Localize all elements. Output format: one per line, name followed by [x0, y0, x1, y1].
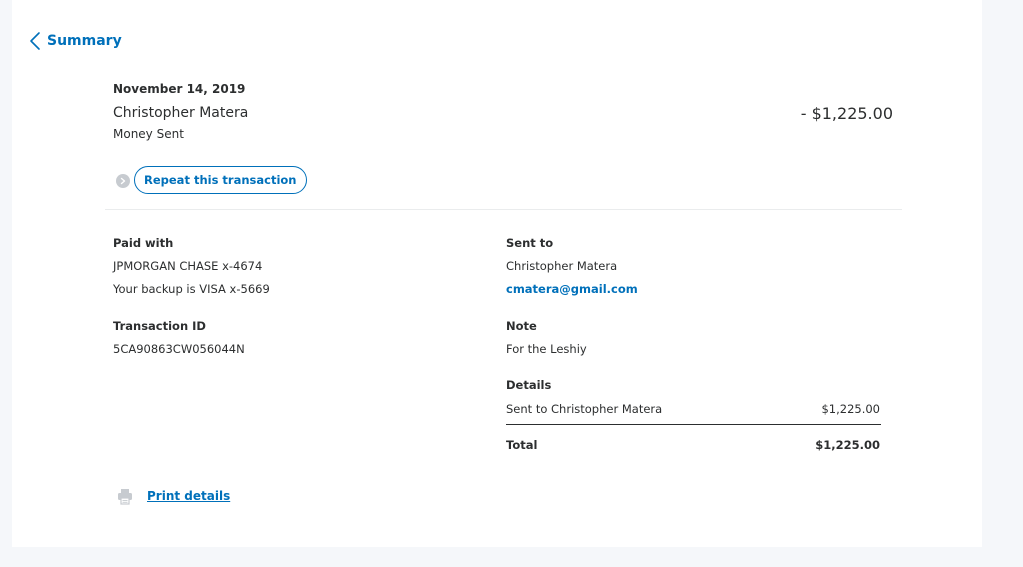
back-to-summary-link[interactable]: Summary: [29, 30, 122, 52]
details-line-label: Sent to Christopher Matera: [506, 402, 663, 416]
repeat-arrow-icon: [116, 174, 130, 188]
total-amount: $1,225.00: [815, 438, 880, 452]
paid-with-account: JPMORGAN CHASE x-4674: [113, 259, 263, 273]
transaction-type: Money Sent: [113, 127, 184, 141]
sent-to-name: Christopher Matera: [506, 259, 618, 273]
recipient-name: Christopher Matera: [113, 105, 249, 121]
back-label: Summary: [47, 33, 122, 49]
backup-funding: Your backup is VISA x-5669: [113, 282, 270, 296]
details-rule: [506, 424, 881, 425]
paid-with-heading: Paid with: [113, 236, 174, 250]
note-text: For the Leshiy: [506, 342, 587, 356]
printer-icon: [118, 489, 132, 505]
recipient-email-link[interactable]: cmatera@gmail.com: [506, 282, 638, 296]
transaction-amount: - $1,225.00: [800, 104, 893, 123]
note-heading: Note: [506, 319, 537, 333]
transaction-id-heading: Transaction ID: [113, 319, 206, 333]
print-details-link[interactable]: Print details: [147, 489, 230, 503]
details-line-amount: $1,225.00: [821, 402, 880, 416]
transaction-id-value: 5CA90863CW056044N: [113, 342, 245, 356]
section-divider: [105, 209, 902, 210]
sent-to-heading: Sent to: [506, 236, 554, 250]
repeat-transaction-button[interactable]: Repeat this transaction: [134, 166, 307, 194]
details-heading: Details: [506, 378, 552, 392]
transaction-detail-card: Summary November 14, 2019 Christopher Ma…: [12, 0, 982, 547]
total-label: Total: [506, 438, 538, 452]
transaction-date: November 14, 2019: [113, 82, 246, 96]
chevron-left-icon: [30, 32, 40, 50]
